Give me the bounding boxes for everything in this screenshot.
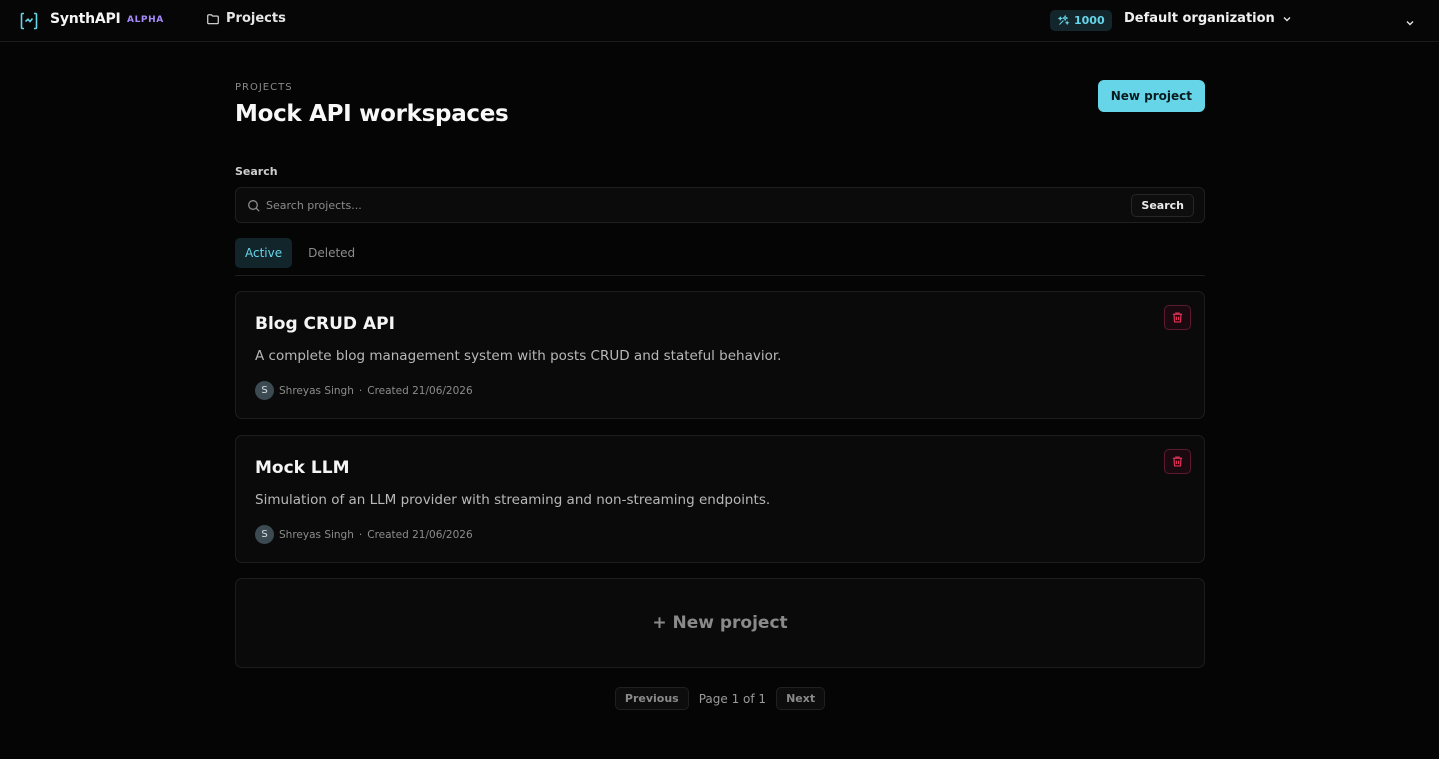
organization-name: Default organization xyxy=(1124,11,1275,26)
credits-badge[interactable]: 1000 xyxy=(1050,10,1112,31)
user-menu-toggle[interactable] xyxy=(1404,14,1416,33)
next-page-button[interactable]: Next xyxy=(776,687,826,710)
project-card[interactable]: Blog CRUD API A complete blog management… xyxy=(235,291,1205,419)
project-meta: S Shreyas Singh · Created 21/06/2026 xyxy=(255,525,473,544)
search-button[interactable]: Search xyxy=(1131,194,1194,217)
nav-projects-label: Projects xyxy=(226,11,286,26)
tab-active[interactable]: Active xyxy=(235,238,293,268)
trash-icon xyxy=(1172,456,1183,467)
meta-separator: · xyxy=(358,528,363,541)
chevron-down-icon xyxy=(1283,16,1291,21)
page-eyebrow: PROJECTS xyxy=(235,82,293,93)
tabs-divider xyxy=(235,275,1205,276)
project-description: A complete blog management system with p… xyxy=(255,348,782,364)
avatar: S xyxy=(255,381,274,400)
project-title[interactable]: Blog CRUD API xyxy=(255,314,395,334)
delete-project-button[interactable] xyxy=(1164,449,1191,474)
organization-switcher[interactable]: Default organization xyxy=(1124,11,1293,26)
chevron-down-icon xyxy=(1406,21,1414,26)
project-description: Simulation of an LLM provider with strea… xyxy=(255,492,771,508)
project-card[interactable]: Mock LLM Simulation of an LLM provider w… xyxy=(235,435,1205,563)
page-title: Mock API workspaces xyxy=(235,101,509,127)
meta-separator: · xyxy=(358,384,363,397)
project-created-date: Created 21/06/2026 xyxy=(367,384,473,397)
project-created-date: Created 21/06/2026 xyxy=(367,528,473,541)
alpha-badge: ALPHA xyxy=(127,15,164,25)
avatar: S xyxy=(255,525,274,544)
credits-count: 1000 xyxy=(1074,14,1105,27)
delete-project-button[interactable] xyxy=(1164,305,1191,330)
project-author: Shreyas Singh xyxy=(279,528,354,541)
new-project-button[interactable]: New project xyxy=(1097,80,1205,112)
search-box: Search xyxy=(235,187,1205,223)
project-meta: S Shreyas Singh · Created 21/06/2026 xyxy=(255,381,473,400)
previous-page-button[interactable]: Previous xyxy=(614,687,689,710)
search-icon xyxy=(248,200,260,212)
project-tabs: Active Deleted xyxy=(235,238,365,268)
folder-icon xyxy=(207,13,219,24)
tab-deleted[interactable]: Deleted xyxy=(298,238,365,268)
new-project-card[interactable]: + New project xyxy=(235,578,1205,668)
top-bar: SynthAPI ALPHA Projects 1000 Default org… xyxy=(0,0,1439,42)
project-title[interactable]: Mock LLM xyxy=(255,458,349,478)
trash-icon xyxy=(1172,312,1183,323)
sparkles-icon xyxy=(1057,14,1070,26)
page-indicator: Page 1 of 1 xyxy=(698,691,767,706)
brand-name[interactable]: SynthAPI xyxy=(50,11,121,27)
logo-icon[interactable] xyxy=(19,11,39,31)
project-author: Shreyas Singh xyxy=(279,384,354,397)
nav-projects-link[interactable]: Projects xyxy=(206,11,286,26)
search-label: Search xyxy=(235,165,278,178)
pagination: Previous Page 1 of 1 Next xyxy=(235,687,1205,710)
search-input[interactable] xyxy=(266,195,1126,215)
